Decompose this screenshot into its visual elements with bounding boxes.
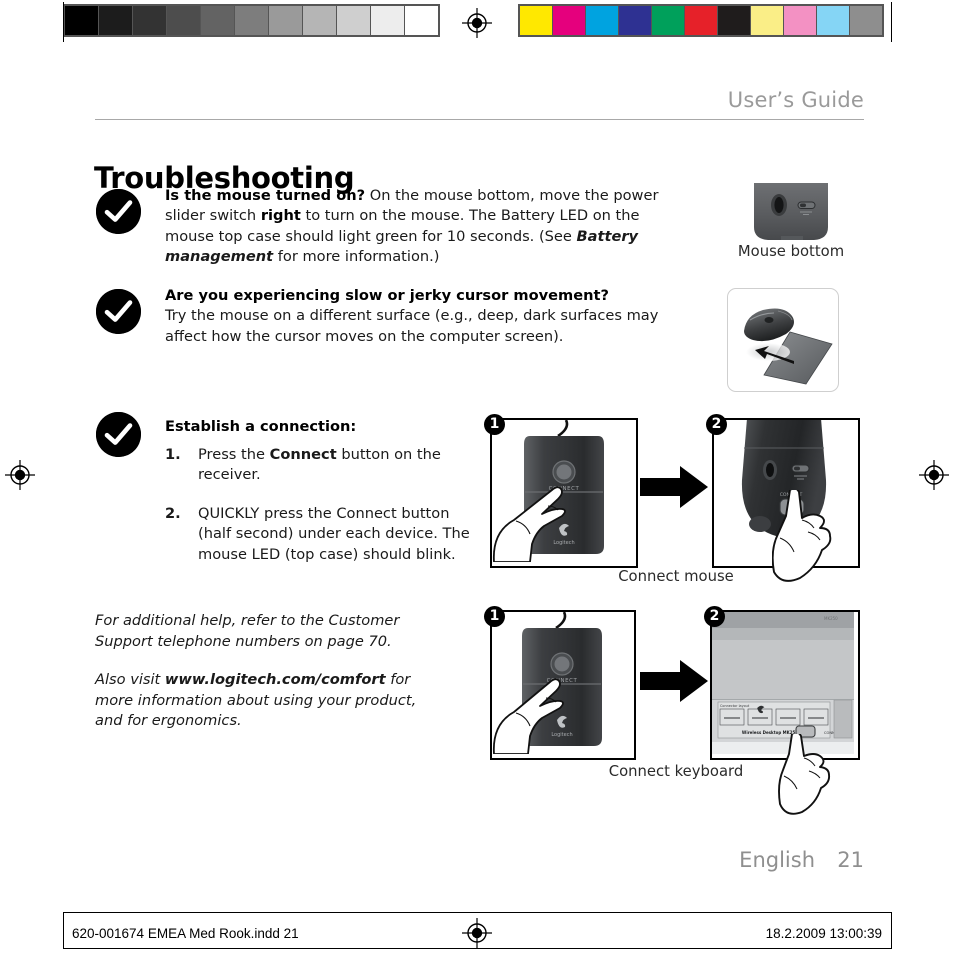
step-2-emph: QUICKLY	[198, 504, 260, 522]
crop-mark-top-left	[63, 2, 64, 42]
svg-text:Connector layout: Connector layout	[720, 704, 750, 708]
tip-2-lead: Are you experiencing slow or jerky curso…	[165, 287, 609, 304]
registration-target-icon-bottom	[462, 918, 492, 952]
step-1-pre: Press the	[198, 446, 270, 463]
tip-mouse-turned-on-text: Is the mouse turned on? On the mouse bot…	[165, 186, 665, 268]
mouse-on-surface-illustration	[744, 308, 833, 385]
registration-target-icon-top	[462, 8, 492, 42]
tip-1-emph-1: right	[260, 207, 301, 225]
crop-mark-top-right	[891, 2, 892, 42]
receiver-press-connect-illustration: CONNECT Logitech	[492, 420, 604, 563]
figure-mouse-surface	[727, 288, 839, 392]
header-divider	[95, 119, 864, 120]
mouse-bottom-illustration	[754, 183, 828, 240]
footer-language: English	[739, 848, 815, 872]
svg-text:Logitech: Logitech	[551, 732, 572, 738]
header-users-guide: User’s Guide	[727, 88, 864, 112]
footer-border-right	[891, 912, 892, 949]
color-swatch-5	[685, 6, 717, 35]
color-swatch-10	[850, 6, 882, 35]
connect-keyboard-caption: Connect keyboard	[608, 763, 744, 780]
step-badge-1-mouse: 1	[484, 414, 505, 435]
color-swatch-1	[553, 6, 585, 35]
footer-timestamp: 18.2.2009 13:00:39	[765, 926, 882, 941]
gray-swatch-10	[405, 6, 438, 35]
connection-steps: 1. Press the Connect button on the recei…	[165, 436, 470, 565]
establish-connection-heading-text: Establish a connection:	[165, 418, 357, 435]
arrow-right-icon-keyboard	[640, 660, 708, 706]
color-swatch-0	[520, 6, 552, 35]
gray-swatch-0	[65, 6, 98, 35]
gray-swatch-1	[99, 6, 132, 35]
connect-mouse-caption: Connect mouse	[618, 568, 734, 585]
gray-swatch-7	[303, 6, 336, 35]
step-badge-2-mouse: 2	[706, 414, 727, 435]
grayscale-calibration-strip	[63, 4, 440, 37]
gray-swatch-3	[167, 6, 200, 35]
footer-page-number: 21	[837, 848, 864, 872]
footer-divider-top	[63, 912, 891, 913]
color-swatch-2	[586, 6, 618, 35]
gray-swatch-4	[201, 6, 234, 35]
gray-swatch-2	[133, 6, 166, 35]
tip-1-lead: Is the mouse turned on?	[165, 187, 366, 204]
gray-swatch-8	[337, 6, 370, 35]
step-1-text: Press the Connect button on the receiver…	[198, 445, 470, 486]
connect-mouse-panel-1: CONNECT Logitech	[490, 418, 638, 568]
color-calibration-strip	[518, 4, 884, 37]
svg-text:Logitech: Logitech	[553, 540, 574, 546]
mouse-bottom-caption: Mouse bottom	[737, 243, 845, 260]
color-swatch-6	[718, 6, 750, 35]
keyboard-underside-press-connect-illustration: MK250 Connector layout Wireless Desktop …	[712, 612, 854, 754]
svg-text:MK250: MK250	[824, 616, 838, 621]
step-2-number: 2.	[165, 504, 181, 522]
pointing-hand-mouse	[771, 487, 882, 604]
checkmark-icon	[96, 189, 141, 234]
step-1-number: 1.	[165, 446, 181, 463]
page-canvas: User’s Guide Troubleshooting Is the mous…	[0, 0, 954, 954]
gray-swatch-5	[235, 6, 268, 35]
registration-target-icon-left	[5, 460, 35, 494]
tip-1-body-3: for more information.)	[273, 248, 440, 266]
gray-swatch-6	[269, 6, 302, 35]
connect-keyboard-panel-1: CONNECT Logitech	[490, 610, 636, 760]
note-2-pre: Also visit	[95, 671, 165, 688]
note-customer-support: For additional help, refer to the Custom…	[95, 611, 457, 652]
step-1-emph: Connect	[269, 446, 337, 463]
color-swatch-8	[784, 6, 816, 35]
color-swatch-3	[619, 6, 651, 35]
step-2-text: QUICKLY press the Connect button (half s…	[198, 504, 470, 565]
gray-swatch-9	[371, 6, 404, 35]
registration-target-icon-right	[919, 460, 949, 494]
checkmark-icon	[96, 289, 141, 334]
connection-step-1: 1. Press the Connect button on the recei…	[165, 445, 470, 486]
establish-connection-heading: Establish a connection:	[165, 417, 465, 437]
step-badge-2-keyboard: 2	[704, 606, 725, 627]
note-1-text: For additional help, refer to the Custom…	[95, 612, 400, 650]
comfort-url-link[interactable]: www.logitech.com/comfort	[165, 671, 386, 688]
receiver-press-connect-illustration-2: CONNECT Logitech	[492, 612, 602, 755]
tip-2-body: Try the mouse on a different surface (e.…	[165, 307, 659, 345]
footer-file-name: 620-001674 EMEA Med Rook.indd 21	[72, 926, 299, 941]
tip-cursor-movement-text: Are you experiencing slow or jerky curso…	[165, 286, 690, 347]
arrow-right-icon-mouse	[640, 466, 708, 512]
color-swatch-9	[817, 6, 849, 35]
checkmark-icon	[96, 412, 141, 457]
connection-step-2: 2. QUICKLY press the Connect button (hal…	[165, 504, 470, 565]
footer-border-left	[63, 912, 64, 949]
note-comfort-site: Also visit www.logitech.com/comfort for …	[95, 670, 447, 732]
color-swatch-7	[751, 6, 783, 35]
step-badge-1-keyboard: 1	[484, 606, 505, 627]
footer-divider-bottom	[63, 948, 891, 949]
pointing-hand-keyboard	[778, 731, 878, 828]
color-swatch-4	[652, 6, 684, 35]
figure-mouse-bottom	[748, 183, 834, 245]
